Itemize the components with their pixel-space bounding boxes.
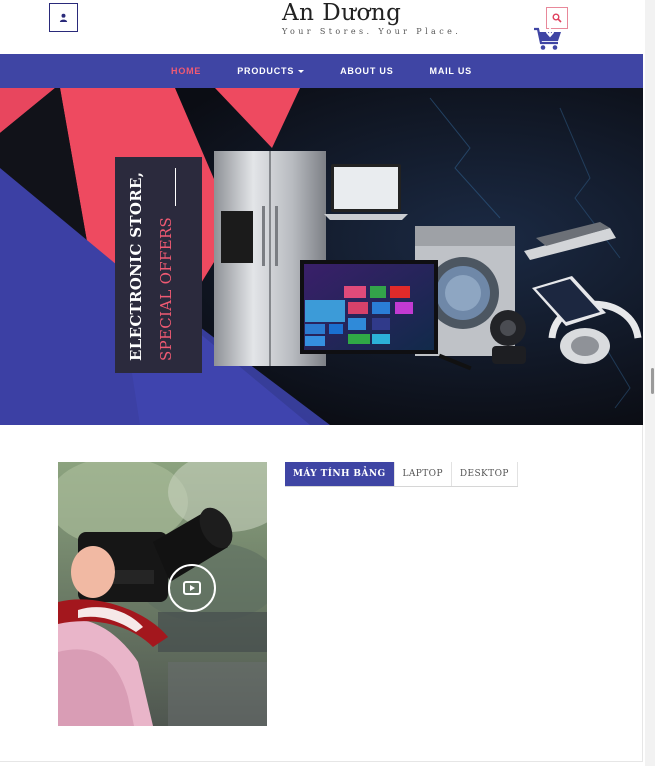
site-header: An Dương Your Stores. Your Place. [0,0,643,54]
scrollbar-thumb[interactable] [651,368,654,394]
nav-mail-us[interactable]: MAIL US [412,66,490,76]
site-logo[interactable]: An Dương Your Stores. Your Place. [282,0,461,37]
offer-line-2: SPECIAL OFFERS [157,216,175,361]
search-icon [552,13,562,23]
hero-illustration [0,88,643,425]
category-tabs: MÁY TÍNH BẢNG LAPTOP DESKTOP [285,462,518,487]
offer-divider [175,168,176,206]
chevron-down-icon [298,70,305,74]
nav-about-us[interactable]: ABOUT US [322,66,411,76]
cart-button[interactable] [533,26,563,52]
play-icon [183,581,201,595]
account-button[interactable] [49,3,78,32]
nav-products-label: PRODUCTS [237,66,295,76]
tab-may-tinh-bang[interactable]: MÁY TÍNH BẢNG [285,462,395,486]
brand-name: An Dương [282,0,402,26]
cart-icon [534,26,561,50]
camera-photo[interactable] [58,462,267,726]
special-offer-panel: ELECTRONIC STORE, SPECIAL OFFERS [115,157,202,373]
play-video-button[interactable] [168,564,216,612]
tab-desktop[interactable]: DESKTOP [451,462,518,486]
user-icon [59,13,68,22]
nav-products[interactable]: PRODUCTS [219,66,322,76]
page: An Dương Your Stores. Your Place. HOME P… [0,0,643,762]
hero-banner[interactable]: ELECTRONIC STORE, SPECIAL OFFERS [0,88,643,425]
special-offer-text: ELECTRONIC STORE, SPECIAL OFFERS [115,157,202,373]
tab-laptop[interactable]: LAPTOP [394,462,452,486]
main-nav: HOME PRODUCTS ABOUT US MAIL US [0,54,643,88]
offer-line-1: ELECTRONIC STORE, [127,171,145,361]
brand-tagline: Your Stores. Your Place. [282,27,462,36]
nav-home[interactable]: HOME [153,66,219,76]
camera-image [58,462,267,726]
